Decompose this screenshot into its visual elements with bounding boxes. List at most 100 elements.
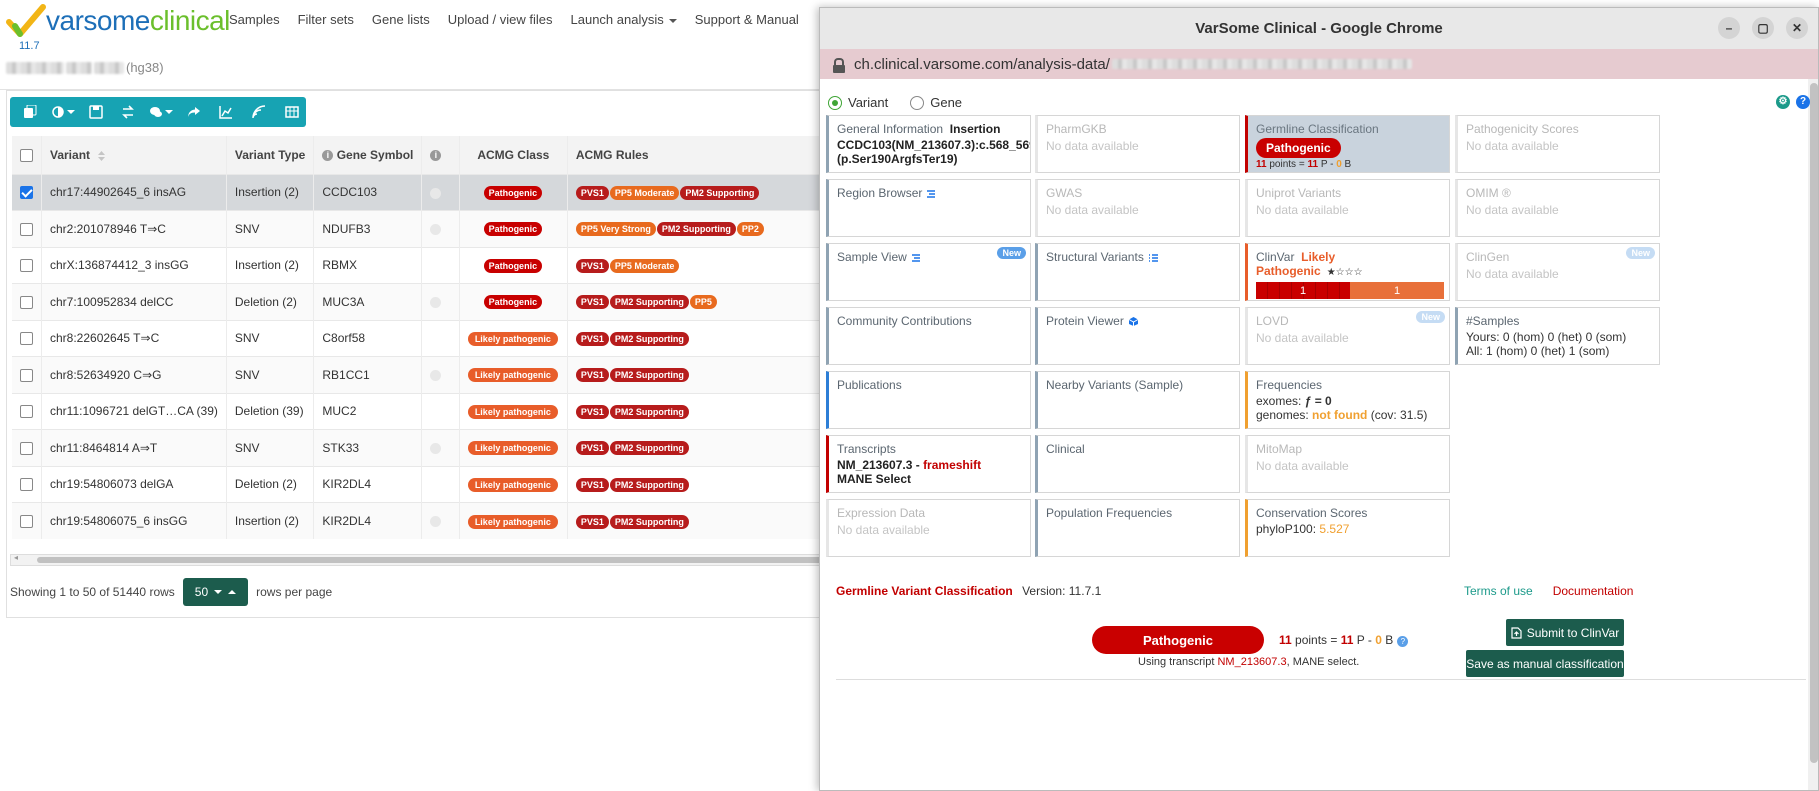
- variant-type-column-header[interactable]: Variant Type: [226, 136, 315, 174]
- signal-icon[interactable]: [245, 100, 274, 124]
- info-column-header[interactable]: i: [421, 136, 460, 174]
- table-row[interactable]: chr8:52634920 C⇒G SNV RB1CC1 Likely pathoge…: [12, 356, 843, 393]
- window-title-bar[interactable]: VarSome Clinical - Google Chrome – ▢ ✕: [820, 8, 1818, 49]
- row-checkbox-cell[interactable]: [12, 465, 42, 503]
- card-samples-count[interactable]: #Samples Yours: 0 (hom) 0 (het) 0 (som) …: [1455, 307, 1660, 365]
- row-checkbox-cell[interactable]: [12, 392, 42, 430]
- nav-filter-sets[interactable]: Filter sets: [298, 12, 354, 27]
- chart-icon[interactable]: [212, 100, 241, 124]
- table-row[interactable]: chr7:100952834 delCC Deletion (2) MUC3A Pat…: [12, 283, 843, 320]
- acmg-class-column-header[interactable]: ACMG Class: [459, 136, 568, 174]
- variant-cell[interactable]: chr19:54806075_6 insGG: [41, 502, 227, 539]
- varsome-logo[interactable]: varsomeclinical: [6, 2, 230, 40]
- swap-icon[interactable]: [114, 100, 143, 124]
- gene-symbol-cell[interactable]: STK33: [313, 429, 423, 466]
- table-row[interactable]: chr19:54806075_6 insGG Insertion (2) KIR2D…: [12, 502, 843, 539]
- rows-per-page-select[interactable]: 50: [182, 578, 249, 606]
- scrollbar-thumb[interactable]: [37, 557, 837, 563]
- variant-cell[interactable]: chr2:201078946 T⇒C: [41, 210, 227, 247]
- table-row[interactable]: chr11:8464814 A⇒T SNV STK33 Likely pathogen…: [12, 429, 843, 466]
- row-checkbox-cell[interactable]: [12, 319, 42, 357]
- gene-symbol-cell[interactable]: KIR2DL4: [313, 465, 423, 503]
- submit-to-clinvar-button[interactable]: Submit to ClinVar: [1506, 619, 1624, 646]
- card-conservation-scores[interactable]: Conservation Scores phyloP100: 5.527: [1245, 499, 1450, 557]
- table-row[interactable]: chr8:22602645 T⇒C SNV C8orf58 Likely pathog…: [12, 319, 843, 357]
- card-germline-classification[interactable]: Germline Classification Pathogenic 11 po…: [1245, 115, 1450, 173]
- card-protein-viewer[interactable]: Protein Viewer: [1035, 307, 1240, 365]
- maximize-icon[interactable]: ▢: [1752, 17, 1774, 39]
- row-checkbox-cell[interactable]: [12, 502, 42, 539]
- gene-symbol-cell[interactable]: KIR2DL4: [313, 502, 423, 539]
- nav-gene-lists[interactable]: Gene lists: [372, 12, 430, 27]
- settings-gear-icon[interactable]: ⚙: [1776, 95, 1790, 109]
- variant-cell[interactable]: chr17:44902645_6 insAG: [41, 173, 227, 211]
- row-checkbox-cell[interactable]: [12, 210, 42, 247]
- nav-upload-files[interactable]: Upload / view files: [448, 12, 553, 27]
- scrollbar-thumb[interactable]: [1810, 83, 1818, 763]
- help-icon[interactable]: ?: [1796, 95, 1810, 109]
- save-manual-classification-button[interactable]: Save as manual classification: [1466, 650, 1624, 677]
- variant-cell[interactable]: chr8:22602645 T⇒C: [41, 319, 227, 357]
- row-checkbox[interactable]: [20, 515, 33, 529]
- card-nearby-variants[interactable]: Nearby Variants (Sample): [1035, 371, 1240, 429]
- card-clinvar[interactable]: ClinVar Likely Pathogenic ★☆☆☆ 1 1: [1245, 243, 1450, 301]
- gene-symbol-cell[interactable]: NDUFB3: [313, 210, 423, 247]
- acmg-rules-column-header[interactable]: ACMG Rules: [567, 136, 843, 174]
- row-checkbox-cell[interactable]: [12, 429, 42, 466]
- card-region-browser[interactable]: Region Browser: [826, 179, 1031, 237]
- card-structural-variants[interactable]: Structural Variants: [1035, 243, 1240, 301]
- variant-cell[interactable]: chr7:100952834 delCC: [41, 283, 227, 320]
- row-checkbox[interactable]: [20, 441, 33, 455]
- variant-cell[interactable]: chrX:136874412_3 insGG: [41, 246, 227, 284]
- nav-support-manual[interactable]: Support & Manual: [695, 12, 799, 27]
- documentation-link[interactable]: Documentation: [1553, 584, 1634, 598]
- variant-cell[interactable]: chr19:54806073 delGA: [41, 465, 227, 503]
- row-checkbox-cell[interactable]: [12, 356, 42, 393]
- row-checkbox-cell[interactable]: [12, 246, 42, 284]
- horizontal-scrollbar[interactable]: ◂: [10, 553, 837, 566]
- row-checkbox[interactable]: [20, 295, 33, 309]
- gene-symbol-cell[interactable]: MUC2: [313, 392, 423, 430]
- variant-column-header[interactable]: Variant: [41, 136, 227, 174]
- close-icon[interactable]: ✕: [1786, 17, 1808, 39]
- share-icon[interactable]: [179, 100, 208, 124]
- card-population-frequencies[interactable]: Population Frequencies: [1035, 499, 1240, 557]
- vertical-scrollbar[interactable]: [1808, 79, 1818, 790]
- save-icon[interactable]: [81, 100, 110, 124]
- table-row[interactable]: chr2:201078946 T⇒C SNV NDUFB3 Pathogenic PP5…: [12, 210, 843, 247]
- variant-cell[interactable]: chr8:52634920 C⇒G: [41, 356, 227, 393]
- copy-icon[interactable]: [16, 100, 45, 124]
- card-clinical[interactable]: Clinical: [1035, 435, 1240, 493]
- variant-cell[interactable]: chr11:8464814 A⇒T: [41, 429, 227, 466]
- row-checkbox[interactable]: [20, 478, 33, 492]
- row-checkbox[interactable]: [20, 368, 33, 382]
- gene-symbol-cell[interactable]: RBMX: [313, 246, 423, 284]
- card-general-information[interactable]: General Information Insertion CCDC103(NM…: [826, 115, 1031, 173]
- gene-symbol-cell[interactable]: C8orf58: [313, 319, 423, 357]
- card-community-contributions[interactable]: Community Contributions: [826, 307, 1031, 365]
- gene-symbol-cell[interactable]: RB1CC1: [313, 356, 423, 393]
- row-checkbox[interactable]: [20, 332, 33, 346]
- table-row[interactable]: chrX:136874412_3 insGG Insertion (2) RBMX P…: [12, 246, 843, 284]
- row-checkbox[interactable]: [20, 222, 33, 236]
- card-publications[interactable]: Publications: [826, 371, 1031, 429]
- row-checkbox[interactable]: [20, 186, 33, 200]
- gene-symbol-column-header[interactable]: i Gene Symbol: [313, 136, 423, 174]
- card-transcripts[interactable]: Transcripts NM_213607.3 - frameshift MAN…: [826, 435, 1031, 493]
- terms-of-use-link[interactable]: Terms of use: [1464, 584, 1533, 598]
- question-icon[interactable]: ?: [1397, 636, 1409, 647]
- nav-samples[interactable]: Samples: [229, 12, 280, 27]
- comments-dropdown-icon[interactable]: [147, 100, 176, 124]
- contrast-dropdown-icon[interactable]: [49, 100, 78, 124]
- gene-symbol-cell[interactable]: MUC3A: [313, 283, 423, 320]
- card-sample-view[interactable]: Sample View New: [826, 243, 1031, 301]
- table-row[interactable]: chr17:44902645_6 insAG Insertion (2) CCDC1…: [12, 173, 843, 211]
- row-checkbox[interactable]: [20, 405, 33, 419]
- select-all-checkbox[interactable]: [20, 148, 33, 162]
- table-row[interactable]: chr19:54806073 delGA Deletion (2) KIR2DL4 L…: [12, 465, 843, 503]
- nav-launch-analysis[interactable]: Launch analysis: [571, 12, 677, 27]
- transcript-link[interactable]: NM_213607.3: [1217, 656, 1286, 668]
- scroll-left-icon[interactable]: ◂: [14, 553, 18, 562]
- gene-symbol-cell[interactable]: CCDC103: [313, 173, 423, 211]
- variant-radio[interactable]: Variant: [828, 95, 888, 110]
